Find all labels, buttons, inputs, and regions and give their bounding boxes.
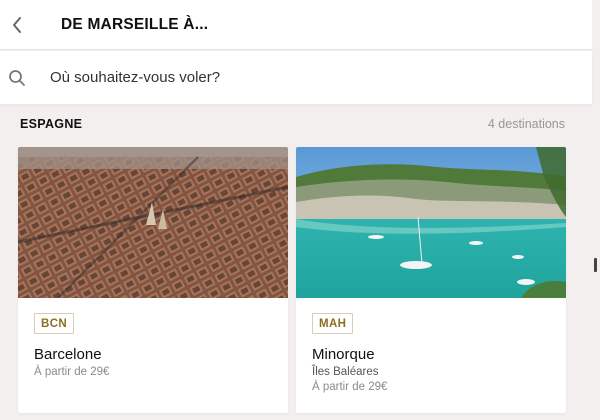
section-header: ESPAGNE 4 destinations [20,114,565,134]
card-body: MAH Minorque Îles Baléares À partir de 2… [296,298,566,393]
chevron-left-icon [13,16,21,33]
city-name: Barcelone [34,346,102,363]
airport-code-badge: MAH [312,313,354,334]
barcelona-aerial-image [18,147,288,298]
scrollbar-thumb[interactable] [594,258,597,272]
page-title: DE MARSEILLE À... [61,15,209,33]
back-button[interactable] [0,0,34,50]
price-label: À partir de 29€ [312,381,388,393]
search-icon[interactable] [0,69,34,87]
price-label: À partir de 29€ [34,366,110,378]
section-title: ESPAGNE [20,117,83,131]
airport-code-badge: BCN [34,313,75,334]
region-name: Îles Baléares [312,366,379,378]
minorca-cove-image [296,147,566,298]
city-name: Minorque [312,346,375,363]
header: DE MARSEILLE À... [0,0,592,50]
destination-card-barcelone[interactable]: BCN Barcelone À partir de 29€ [18,147,288,413]
destination-count: 4 destinations [487,117,565,131]
search-input[interactable] [48,68,528,87]
destination-card-minorque[interactable]: MAH Minorque Îles Baléares À partir de 2… [296,147,566,413]
app: DE MARSEILLE À... ESPAGNE 4 destinations [0,0,600,420]
card-body: BCN Barcelone À partir de 29€ [18,298,288,378]
search-bar [0,51,592,104]
